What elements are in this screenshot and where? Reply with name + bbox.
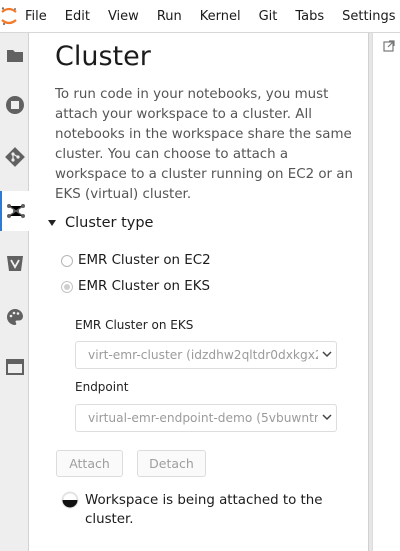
radio-eks-label: EMR Cluster on EKS	[78, 279, 211, 294]
main-area	[372, 33, 400, 551]
cluster-panel: Cluster To run code in your notebooks, y…	[30, 33, 369, 551]
spinner-icon	[61, 491, 79, 509]
menu-kernel[interactable]: Kernel	[191, 0, 250, 33]
cleanup-icon[interactable]	[0, 243, 29, 283]
jupyter-logo-icon	[0, 0, 18, 33]
folder-icon[interactable]	[0, 35, 29, 75]
attach-status: Workspace is being attached to the clust…	[61, 491, 335, 529]
menu-view[interactable]: View	[99, 0, 148, 33]
menu-file[interactable]: File	[18, 0, 56, 33]
cluster-icon[interactable]	[0, 191, 30, 231]
radio-eks[interactable]	[61, 280, 73, 293]
attach-button[interactable]: Attach	[56, 450, 123, 477]
eks-cluster-value: virt-emr-cluster (idzdhw2qltdr0dxkgx2oh	[88, 348, 318, 362]
cluster-type-heading: Cluster type	[65, 215, 154, 231]
radio-option-eks[interactable]: EMR Cluster on EKS	[61, 279, 210, 294]
eks-cluster-label: EMR Cluster on EKS	[75, 318, 194, 332]
endpoint-value: virtual-emr-endpoint-demo (5vbuwntrbzi	[88, 411, 318, 425]
left-sidebar	[0, 33, 30, 551]
detach-button[interactable]: Detach	[137, 450, 206, 477]
endpoint-select[interactable]: virtual-emr-endpoint-demo (5vbuwntrbzi	[75, 404, 337, 432]
radio-option-ec2[interactable]: EMR Cluster on EC2	[61, 253, 211, 268]
running-kernels-icon[interactable]	[0, 85, 29, 125]
radio-ec2[interactable]	[61, 254, 73, 267]
panel-description: To run code in your notebooks, you must …	[55, 87, 354, 202]
endpoint-label: Endpoint	[75, 380, 129, 394]
chevron-down-icon	[322, 414, 332, 421]
menu-run[interactable]: Run	[148, 0, 191, 33]
menu-git[interactable]: Git	[250, 0, 287, 33]
menu-settings[interactable]: Settings	[333, 0, 400, 33]
menu-bar: File Edit View Run Kernel Git Tabs Setti…	[0, 0, 400, 33]
git-icon[interactable]	[0, 137, 29, 177]
open-external-icon[interactable]	[383, 40, 395, 52]
caret-down-icon	[48, 220, 56, 226]
menu-tabs[interactable]: Tabs	[286, 0, 333, 33]
radio-ec2-label: EMR Cluster on EC2	[78, 253, 211, 268]
menu-edit[interactable]: Edit	[56, 0, 99, 33]
tabs-icon[interactable]	[0, 347, 29, 387]
eks-cluster-select[interactable]: virt-emr-cluster (idzdhw2qltdr0dxkgx2oh	[75, 341, 337, 369]
panel-title: Cluster	[55, 41, 151, 72]
chevron-down-icon	[322, 351, 332, 358]
palette-icon[interactable]	[0, 297, 29, 337]
status-text: Workspace is being attached to the clust…	[85, 493, 323, 527]
cluster-type-toggle[interactable]: Cluster type	[48, 215, 153, 231]
